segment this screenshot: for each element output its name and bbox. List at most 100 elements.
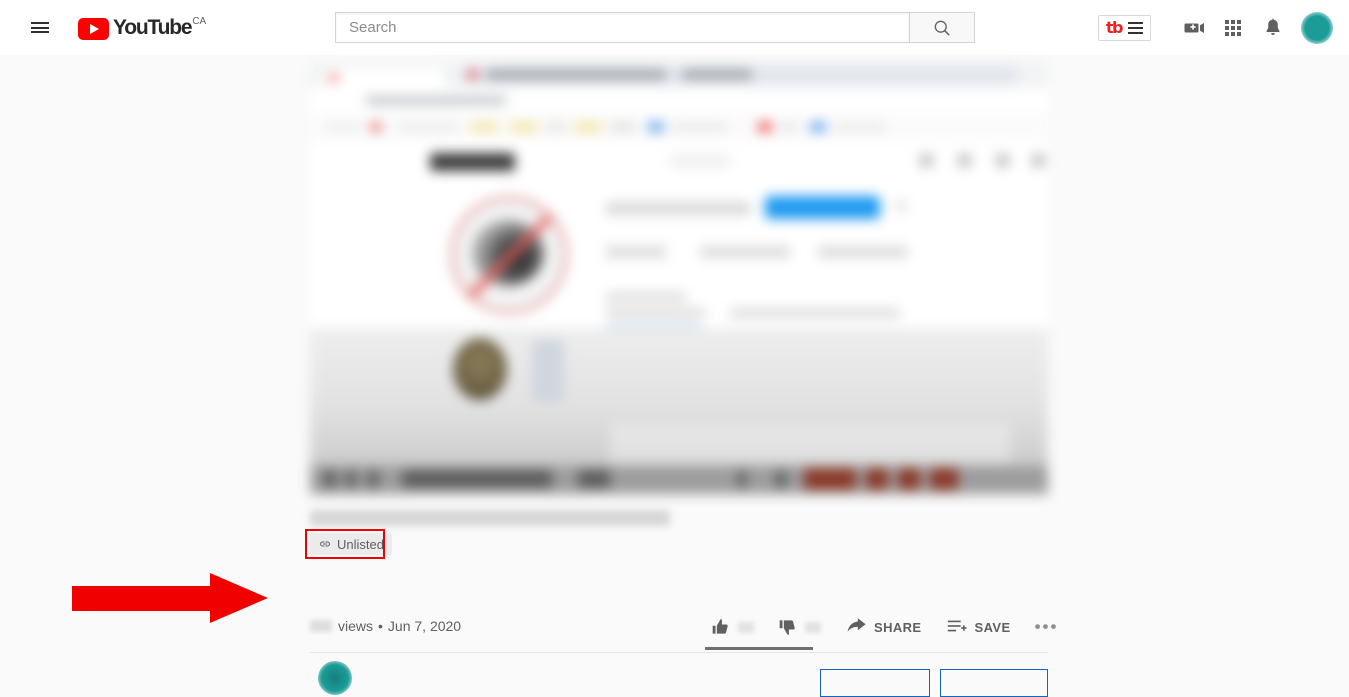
player-site-nav-2	[958, 154, 971, 167]
player-site-brand	[430, 153, 515, 171]
player-bookmark-7	[574, 122, 602, 132]
player-bookmark-1	[324, 122, 360, 132]
player-lower-scene	[310, 328, 1048, 495]
player-strip-block-5	[578, 470, 610, 488]
masthead-right: tb	[1097, 0, 1333, 55]
apps-grid-glyph	[1225, 19, 1241, 36]
player-bookmark-4	[470, 122, 498, 132]
search-bar	[335, 12, 975, 43]
player-profile-avatar	[450, 196, 568, 314]
player-strip-block-4	[402, 470, 552, 488]
more-horizontal-icon: •••	[1034, 617, 1059, 636]
youtube-play-icon	[78, 17, 109, 40]
player-scene-object-1	[453, 338, 507, 400]
player-bookmark-5	[510, 122, 538, 132]
player-scene-haze	[610, 424, 1010, 464]
account-avatar[interactable]	[1301, 11, 1333, 44]
share-arrow-icon	[847, 618, 866, 632]
player-bookmark-6	[546, 122, 566, 132]
video-player[interactable]	[310, 62, 1048, 495]
player-profile-bio-1	[606, 292, 686, 302]
red-highlight-box	[305, 529, 385, 559]
player-site-nav-1	[920, 154, 933, 167]
player-profile-username	[606, 202, 751, 215]
player-url-favicon	[468, 70, 477, 79]
video-actions: SHARE SAVE •••	[705, 613, 1070, 641]
tubebuddy-icon: tb	[1105, 17, 1124, 37]
player-site-nav-4	[1032, 154, 1045, 167]
player-strip-red-1	[804, 468, 856, 490]
menu-bar-3	[31, 31, 49, 33]
channel-action-button-1[interactable]	[820, 669, 930, 697]
menu-bar-2	[31, 26, 49, 29]
youtube-country-code: CA	[192, 15, 207, 27]
save-button[interactable]: SAVE	[934, 613, 1023, 641]
search-icon	[934, 20, 950, 36]
player-browser-tab	[324, 68, 444, 88]
player-bookmark-8	[610, 122, 636, 132]
published-date: Jun 7, 2020	[387, 618, 462, 634]
player-tab-favicon	[330, 74, 338, 82]
youtube-logo[interactable]: YouTube CA	[78, 16, 206, 40]
player-site-nav-3	[996, 154, 1009, 167]
player-bookmark-11	[758, 122, 772, 132]
player-bookmark-10	[672, 122, 728, 132]
search-button[interactable]	[910, 12, 975, 43]
player-toolbar-label	[366, 96, 506, 105]
video-title[interactable]	[310, 510, 670, 526]
dislike-count-redacted	[805, 621, 821, 633]
like-button[interactable]	[705, 613, 766, 641]
bell-glyph	[1266, 18, 1280, 35]
dislike-button[interactable]	[766, 613, 833, 641]
apps-grid-icon[interactable]	[1213, 8, 1253, 48]
player-strip-block-3	[368, 470, 378, 488]
player-profile-stat-following	[818, 246, 908, 258]
player-profile-bio-2	[606, 308, 706, 318]
action-underline	[705, 647, 813, 650]
save-playlist-icon	[947, 620, 967, 632]
share-button[interactable]: SHARE	[833, 613, 934, 641]
player-strip-block-2	[346, 470, 356, 488]
tubebuddy-menu-icon	[1128, 21, 1143, 34]
player-scene-object-2	[532, 340, 564, 402]
save-label: SAVE	[974, 619, 1011, 635]
channel-avatar[interactable]	[318, 661, 352, 695]
player-strip-block-6	[738, 470, 746, 488]
video-meta: views • Jun 7, 2020	[310, 618, 461, 634]
player-site-search	[670, 154, 730, 168]
player-bookmark-12	[780, 122, 798, 132]
player-strip-red-4	[930, 468, 958, 490]
player-strip-block-1	[324, 470, 336, 488]
notifications-bell-icon[interactable]	[1253, 8, 1293, 48]
player-url-text	[486, 70, 666, 79]
player-bookmark-3	[398, 122, 458, 132]
player-bookmark-9	[648, 122, 664, 132]
player-profile-stat-followers	[700, 246, 790, 258]
tubebuddy-extension-button[interactable]: tb	[1097, 14, 1151, 41]
page-content: Unlisted views • Jun 7, 2020 SHARE SAVE …	[0, 55, 1349, 697]
player-bookmark-2	[370, 122, 382, 132]
youtube-masthead: YouTube CA tb	[0, 0, 1349, 55]
player-profile-more-icon	[895, 200, 907, 212]
red-arrow-annotation	[72, 573, 272, 623]
player-strip-red-3	[898, 468, 920, 490]
player-strip-red-2	[866, 468, 888, 490]
player-follow-button	[765, 196, 880, 219]
thumbs-up-icon	[712, 619, 728, 634]
like-count-redacted	[738, 621, 754, 633]
more-actions-button[interactable]: •••	[1023, 613, 1071, 641]
view-count-redacted	[310, 620, 332, 632]
hamburger-menu-icon[interactable]	[20, 8, 60, 48]
masthead-left: YouTube CA	[0, 8, 206, 48]
player-profile-bio-3	[730, 308, 900, 318]
content-divider	[310, 652, 1048, 653]
create-video-icon[interactable]	[1173, 8, 1213, 48]
search-box[interactable]	[335, 12, 910, 43]
search-input[interactable]	[347, 18, 909, 37]
menu-bar-1	[31, 22, 49, 24]
channel-action-button-2[interactable]	[940, 669, 1048, 697]
meta-separator: •	[378, 618, 383, 634]
player-bookmark-13	[810, 122, 826, 132]
player-strip-block-7	[776, 470, 786, 488]
player-profile-stat-posts	[606, 246, 666, 258]
